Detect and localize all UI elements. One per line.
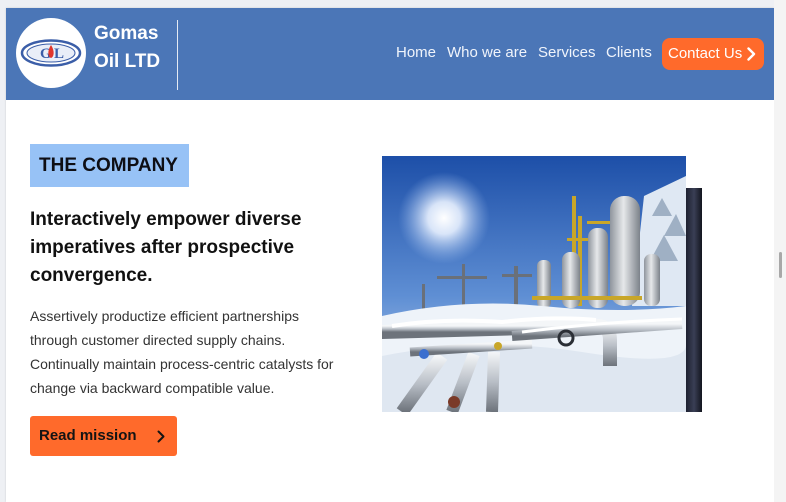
secondary-image-edge	[686, 188, 702, 412]
read-mission-label: Read mission	[39, 427, 137, 444]
logo-icon: G L	[20, 39, 82, 67]
contact-us-label: Contact Us	[668, 45, 743, 62]
section-label: THE COMPANY	[30, 144, 189, 187]
brand-name[interactable]: Gomas Oil LTD	[94, 20, 160, 76]
nav-home[interactable]: Home	[396, 44, 436, 61]
brand-line-2: Oil LTD	[94, 51, 161, 72]
brand-line-1: Gomas	[94, 23, 159, 44]
logo[interactable]: G L	[16, 18, 86, 88]
company-image	[382, 156, 686, 412]
chevron-right-icon	[747, 47, 756, 61]
contact-us-button[interactable]: Contact Us	[662, 38, 764, 70]
nav-who-we-are[interactable]: Who we are	[447, 44, 527, 61]
scrollbar-thumb[interactable]	[779, 252, 782, 278]
site-header: G L Gomas Oil LTD Home Who we are Servic…	[6, 8, 774, 100]
scrollbar[interactable]	[774, 0, 786, 502]
header-divider	[177, 20, 178, 90]
svg-text:L: L	[54, 46, 64, 62]
company-description: Assertively productize efficient partner…	[30, 308, 334, 396]
page-container: G L Gomas Oil LTD Home Who we are Servic…	[6, 8, 774, 502]
company-headline: Interactively empower diverse imperative…	[30, 209, 302, 286]
plant-photo	[382, 156, 686, 412]
chevron-right-icon	[157, 430, 165, 443]
read-mission-button[interactable]: Read mission	[30, 416, 177, 456]
nav-clients[interactable]: Clients	[606, 44, 652, 61]
nav-services[interactable]: Services	[538, 44, 596, 61]
